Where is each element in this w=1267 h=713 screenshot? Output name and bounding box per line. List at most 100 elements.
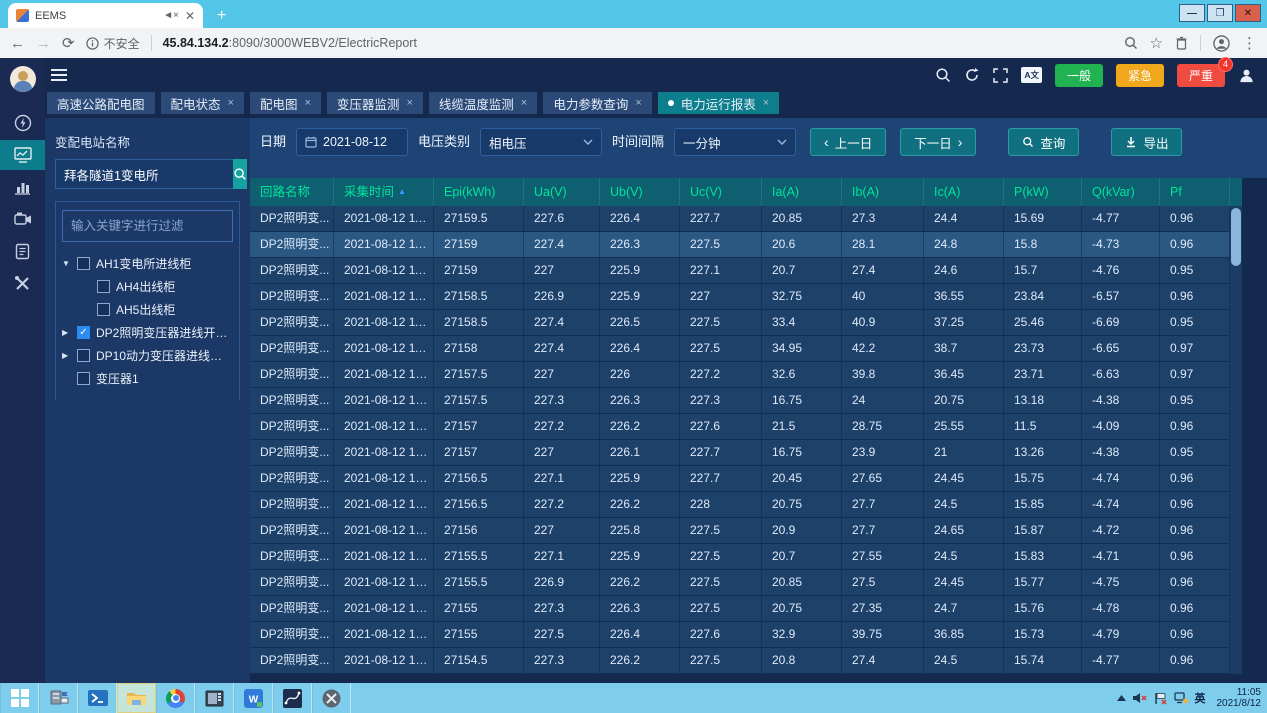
table-row[interactable]: DP2照明变...2021-08-12 10:5927157.522722622… <box>250 362 1242 388</box>
table-row[interactable]: DP2照明变...2021-08-12 10:5527156.5227.1225… <box>250 466 1242 492</box>
ime-language-indicator[interactable]: 英 <box>1195 690 1206 706</box>
tree-checkbox[interactable] <box>97 303 110 316</box>
window-restore-button[interactable]: ❐ <box>1207 4 1233 22</box>
alarm-badge-severe[interactable]: 严重4 <box>1177 64 1225 87</box>
table-row[interactable]: DP2照明变...2021-08-12 10:5627157227226.122… <box>250 440 1242 466</box>
tab-close-icon[interactable]: ✕ <box>185 9 195 23</box>
user-avatar[interactable] <box>10 66 36 92</box>
taskbar-clock[interactable]: 11:05 2021/8/12 <box>1213 687 1262 709</box>
profile-icon[interactable] <box>1213 35 1230 52</box>
star-icon[interactable]: ☆ <box>1150 34 1163 52</box>
volume-muted-icon[interactable] <box>1133 692 1147 704</box>
app-tab[interactable]: 配电图× <box>250 92 321 114</box>
column-header[interactable]: Ia(A) <box>762 178 842 206</box>
table-row[interactable]: DP2照明变...2021-08-12 11:0527159.5227.6226… <box>250 206 1242 232</box>
chevron-right-icon[interactable]: ▶ <box>62 328 77 337</box>
table-row[interactable]: DP2照明变...2021-08-12 11:0027158227.4226.4… <box>250 336 1242 362</box>
app-tab[interactable]: 变压器监测× <box>327 92 423 114</box>
app-tab[interactable]: 电力运行报表× <box>658 92 779 114</box>
back-icon[interactable]: ← <box>10 35 25 52</box>
sort-asc-icon[interactable]: ▲ <box>398 187 406 196</box>
tree-item[interactable]: ▶✓DP2照明变压器进线开关及控制室 <box>62 321 233 344</box>
vertical-scrollbar[interactable] <box>1230 206 1242 674</box>
interval-select[interactable]: 一分钟 <box>674 128 796 156</box>
camera-icon[interactable] <box>0 204 45 234</box>
column-header[interactable]: Ic(A) <box>924 178 1004 206</box>
browser-tab[interactable]: EEMS ◄× ✕ <box>8 3 203 28</box>
table-row[interactable]: DP2照明变...2021-08-12 10:5127155.5226.9226… <box>250 570 1242 596</box>
column-header[interactable]: P(kW) <box>1004 178 1082 206</box>
next-day-button[interactable]: 下一日› <box>900 128 976 156</box>
trash-icon[interactable] <box>1175 36 1188 50</box>
zoom-icon[interactable] <box>1124 36 1138 50</box>
app-tab[interactable]: 电力参数查询× <box>543 92 651 114</box>
translate-icon[interactable]: A文 <box>1021 67 1042 83</box>
export-button[interactable]: 导出 <box>1111 128 1182 156</box>
table-row[interactable]: DP2照明变...2021-08-12 10:5227155.5227.1225… <box>250 544 1242 570</box>
tree-item[interactable]: ▼AH1变电所进线柜 <box>62 252 233 275</box>
network-icon[interactable] <box>1174 692 1188 704</box>
alarm-badge-normal[interactable]: 一般 <box>1055 64 1103 87</box>
tree-item[interactable]: AH5出线柜 <box>62 298 233 321</box>
voltage-select[interactable]: 相电压 <box>480 128 602 156</box>
app-tab[interactable]: 高速公路配电图 <box>47 92 155 114</box>
table-row[interactable]: DP2照明变...2021-08-12 10:5027155227.3226.3… <box>250 596 1242 622</box>
column-header[interactable]: Ua(V) <box>524 178 600 206</box>
chevron-right-icon[interactable]: ▶ <box>62 351 77 360</box>
column-header[interactable]: Epi(kWh) <box>434 178 524 206</box>
station-input[interactable] <box>55 159 233 189</box>
alarm-badge-urgent[interactable]: 紧急 <box>1116 64 1164 87</box>
remote-app-icon[interactable] <box>195 683 234 713</box>
column-header[interactable]: Uc(V) <box>680 178 762 206</box>
kebab-menu-icon[interactable]: ⋮ <box>1242 34 1257 52</box>
tree-item[interactable]: ▶DP10动力变压器进线开关及控制室 <box>62 344 233 367</box>
date-input[interactable]: 2021-08-12 <box>296 128 408 156</box>
start-button[interactable] <box>0 683 39 713</box>
file-explorer-icon[interactable] <box>117 683 156 713</box>
toolbox-icon[interactable] <box>312 683 351 713</box>
column-header[interactable]: 采集时间▲ <box>334 178 434 206</box>
table-row[interactable]: DP2照明变...2021-08-12 11:0127158.5227.4226… <box>250 310 1242 336</box>
tree-checkbox[interactable] <box>77 257 90 270</box>
table-row[interactable]: DP2照明变...2021-08-12 10:5327156227225.822… <box>250 518 1242 544</box>
netassist-icon[interactable] <box>273 683 312 713</box>
table-row[interactable]: DP2照明变...2021-08-12 11:0227158.5226.9225… <box>250 284 1242 310</box>
table-row[interactable]: DP2照明变...2021-08-12 11:0427159227.4226.3… <box>250 232 1242 258</box>
tray-expand-icon[interactable] <box>1117 695 1126 701</box>
tab-close-icon[interactable]: × <box>228 97 234 109</box>
tree-item[interactable]: AH4出线柜 <box>62 275 233 298</box>
tab-close-icon[interactable]: × <box>763 97 769 109</box>
column-header[interactable]: 回路名称 <box>250 178 334 206</box>
tree-checkbox[interactable]: ✓ <box>77 326 90 339</box>
tree-checkbox[interactable] <box>97 280 110 293</box>
window-minimize-button[interactable]: — <box>1179 4 1205 22</box>
report-icon[interactable] <box>0 140 45 170</box>
action-center-flag-icon[interactable] <box>1154 692 1167 705</box>
table-row[interactable]: DP2照明变...2021-08-12 11:0327159227225.922… <box>250 258 1242 284</box>
tab-close-icon[interactable]: × <box>304 97 310 109</box>
document-icon[interactable] <box>0 236 45 266</box>
powershell-icon[interactable] <box>78 683 117 713</box>
fullscreen-icon[interactable] <box>993 68 1008 83</box>
table-row[interactable]: DP2照明变...2021-08-12 10:4927155227.5226.4… <box>250 622 1242 648</box>
station-search-button[interactable] <box>233 159 247 189</box>
security-chip[interactable]: 不安全 <box>86 35 140 52</box>
chart-icon[interactable] <box>0 172 45 202</box>
table-row[interactable]: DP2照明变...2021-08-12 10:4827154.5227.3226… <box>250 648 1242 674</box>
column-header[interactable]: Q(kVar) <box>1082 178 1160 206</box>
scrollbar-thumb[interactable] <box>1231 208 1241 266</box>
app-tab[interactable]: 配电状态× <box>161 92 244 114</box>
app-tab[interactable]: 线缆温度监测× <box>429 92 537 114</box>
window-close-button[interactable]: ✕ <box>1235 4 1261 22</box>
new-tab-button[interactable]: + <box>217 3 226 28</box>
table-row[interactable]: DP2照明变...2021-08-12 10:5827157.5227.3226… <box>250 388 1242 414</box>
tree-checkbox[interactable] <box>77 372 90 385</box>
forward-icon[interactable]: → <box>36 35 51 52</box>
tab-close-icon[interactable]: × <box>406 97 412 109</box>
search-icon[interactable] <box>935 67 951 83</box>
column-header[interactable]: Ub(V) <box>600 178 680 206</box>
server-manager-icon[interactable] <box>39 683 78 713</box>
user-icon[interactable] <box>1238 67 1255 84</box>
power-icon[interactable] <box>0 108 45 138</box>
tools-icon[interactable] <box>0 268 45 298</box>
